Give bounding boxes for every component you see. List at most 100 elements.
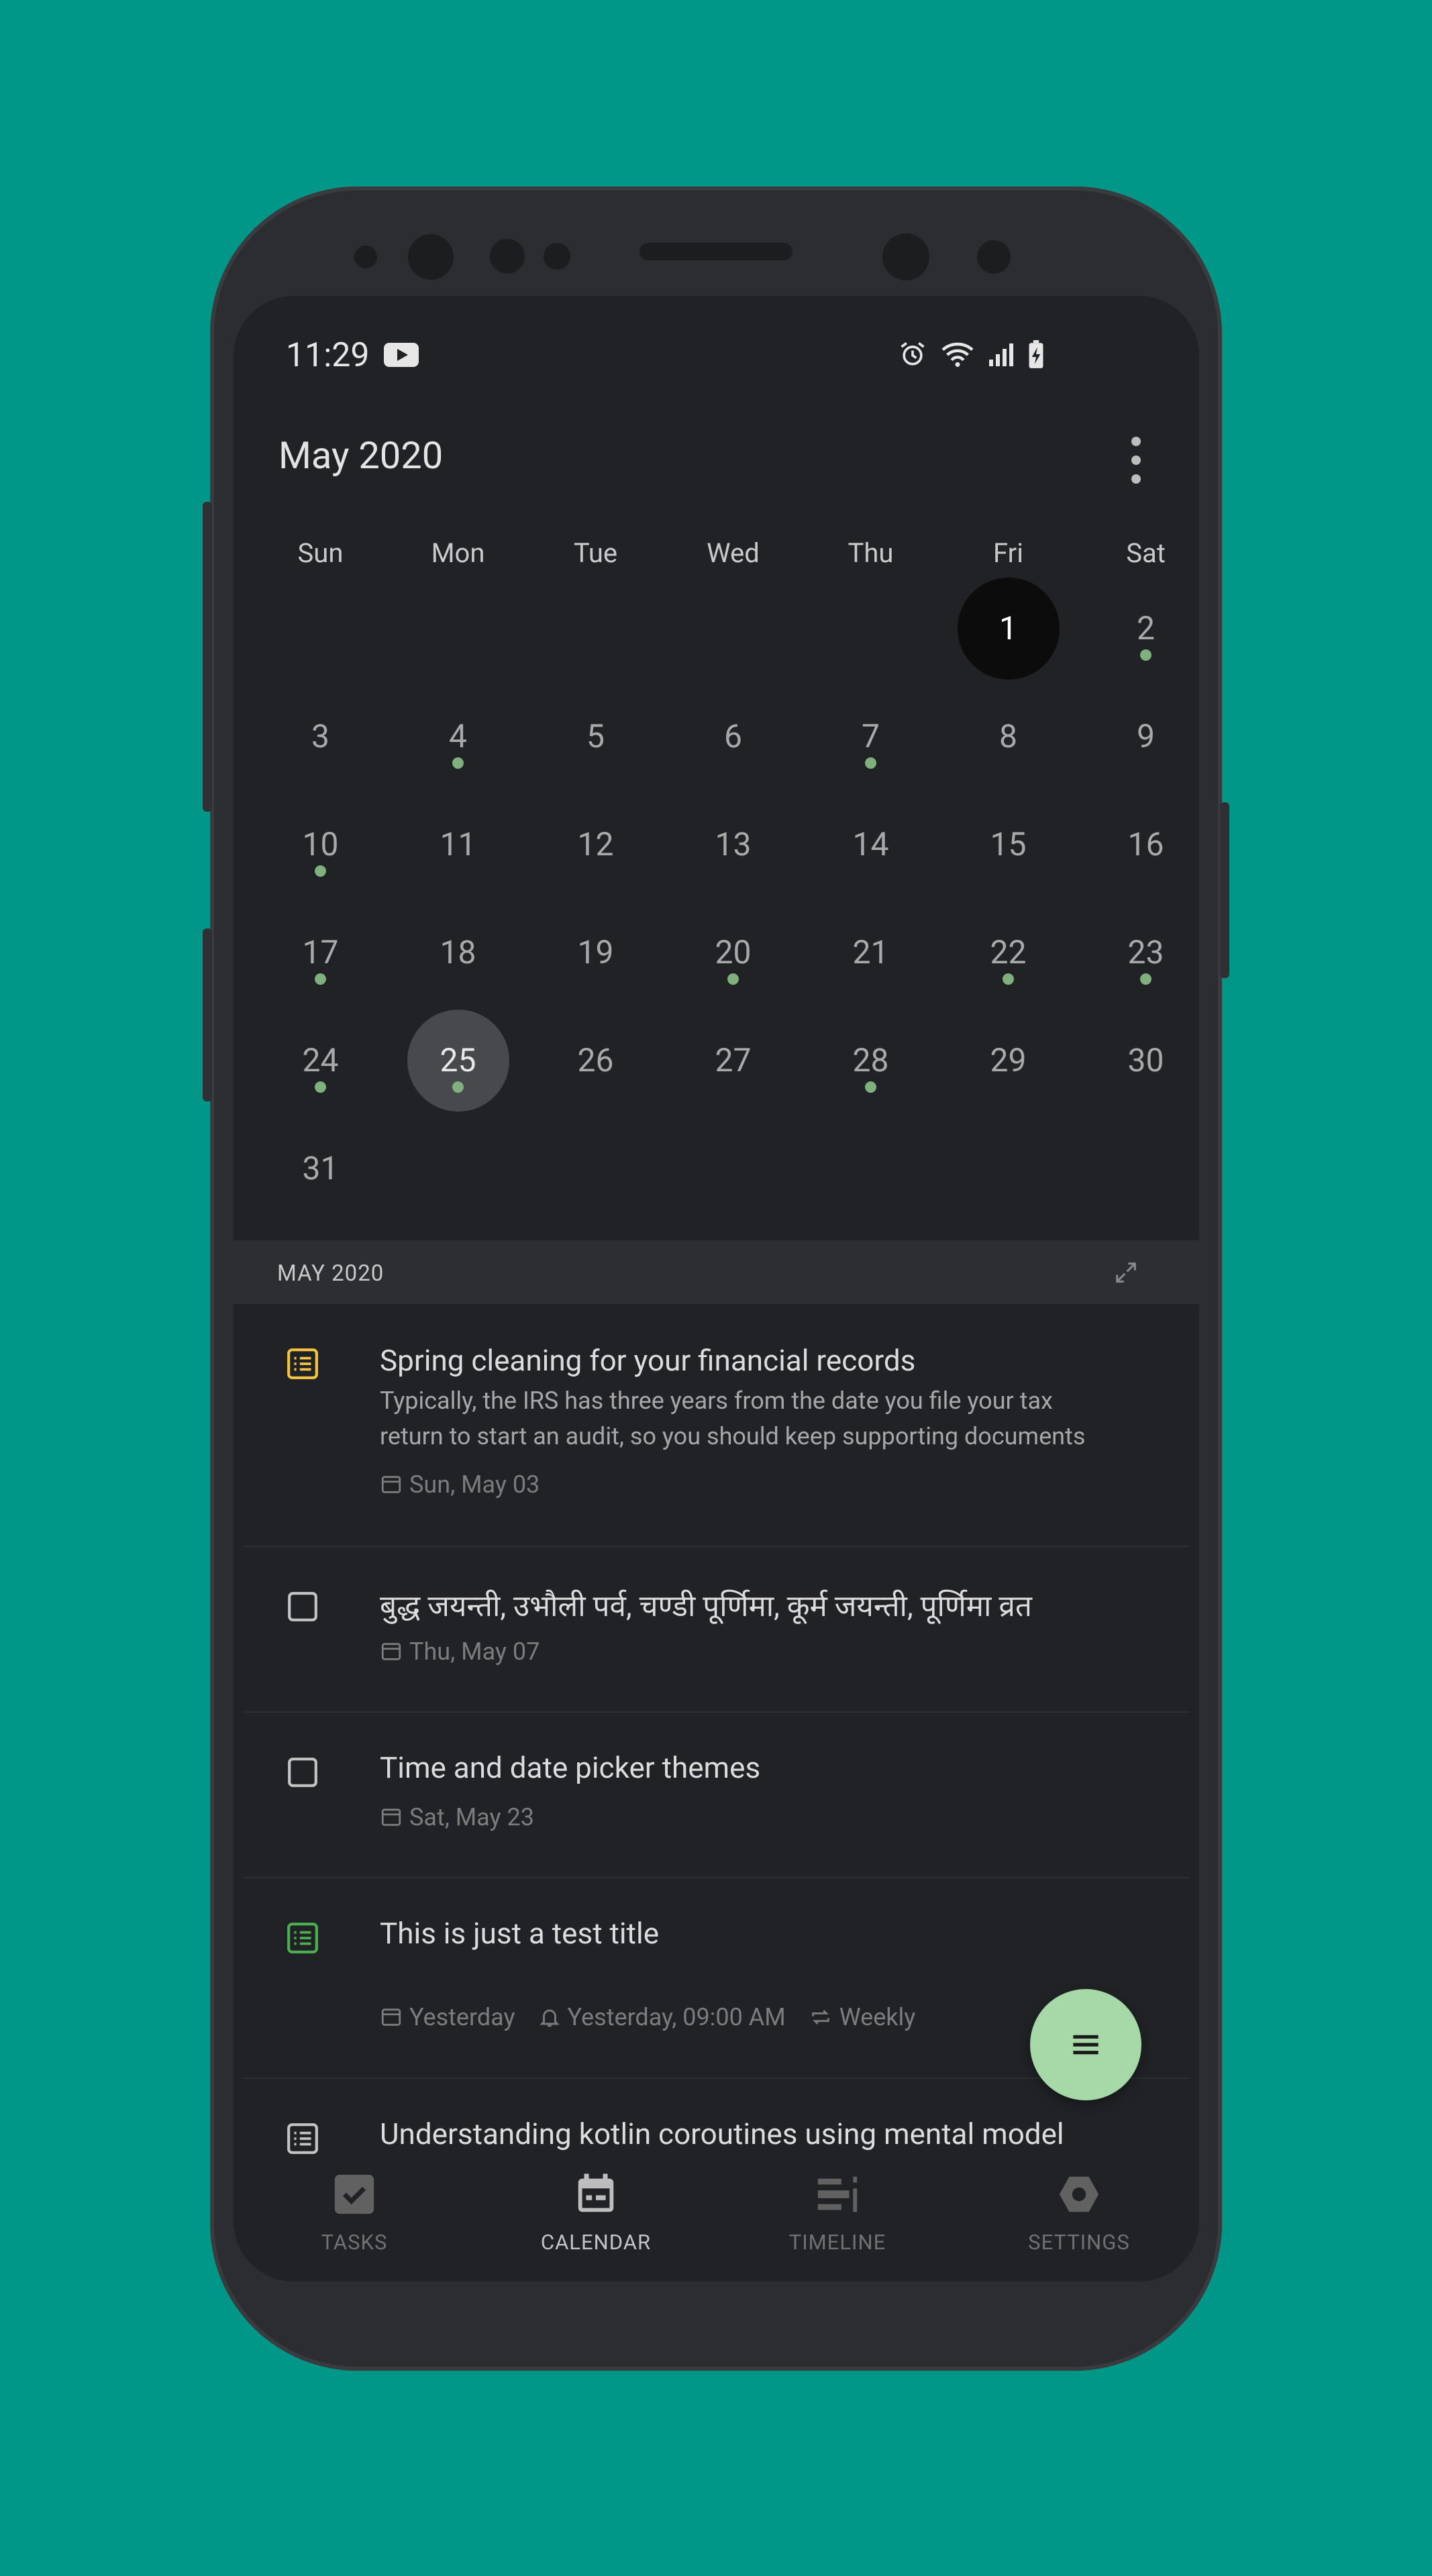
- list-icon[interactable]: [286, 1921, 319, 1955]
- calendar-day-9[interactable]: 9: [1077, 682, 1199, 790]
- youtube-icon: [384, 343, 419, 367]
- calendar-day-number: 1: [999, 609, 1017, 647]
- calendar-day-number: 24: [302, 1041, 339, 1079]
- calendar-day-number: 30: [1127, 1041, 1164, 1079]
- menu-fab-button[interactable]: [1030, 1989, 1141, 2100]
- calendar-day-26[interactable]: 26: [527, 1006, 664, 1114]
- calendar-day-16[interactable]: 16: [1077, 790, 1199, 898]
- calendar-day-7[interactable]: 7: [802, 682, 939, 790]
- bottom-navigation: TASKS CALENDAR TIMELINE SETTINGS: [234, 2164, 1199, 2282]
- calendar-day-number: 20: [715, 933, 752, 971]
- calendar-empty-cell: [802, 574, 939, 682]
- calendar-day-number: 21: [852, 933, 889, 971]
- calendar-day-number: 4: [449, 717, 467, 755]
- month-section-header: MAY 2020: [234, 1240, 1199, 1304]
- nav-tasks[interactable]: TASKS: [254, 2171, 455, 2255]
- list-icon[interactable]: [286, 2122, 319, 2155]
- nav-calendar[interactable]: CALENDAR: [495, 2171, 697, 2255]
- calendar-day-3[interactable]: 3: [252, 682, 389, 790]
- repeat-icon: [811, 2010, 829, 2025]
- status-icons: [898, 337, 1045, 371]
- weekday-label: Mon: [431, 537, 485, 569]
- weekday-label: Wed: [707, 537, 760, 569]
- side-button-left-2: [203, 928, 212, 1102]
- calendar-day-28[interactable]: 28: [802, 1006, 939, 1114]
- calendar-day-24[interactable]: 24: [252, 1006, 389, 1114]
- calendar-day-20[interactable]: 20: [664, 898, 802, 1006]
- task-item[interactable]: Spring cleaning for your financial recor…: [243, 1304, 1190, 1547]
- event-indicator-dot: [452, 1081, 464, 1093]
- calendar-day-number: 13: [715, 825, 752, 863]
- calendar-day-number: 6: [724, 717, 742, 755]
- event-indicator-dot: [865, 1081, 876, 1093]
- calendar-small-icon: [381, 1809, 401, 1826]
- calendar-day-17[interactable]: 17: [252, 898, 389, 1006]
- calendar-day-31[interactable]: 31: [252, 1114, 389, 1222]
- overflow-menu-icon[interactable]: [1123, 437, 1149, 484]
- month-title[interactable]: May 2020: [278, 433, 443, 478]
- earpiece-speaker: [640, 243, 792, 260]
- calendar-day-number: 29: [990, 1041, 1027, 1079]
- calendar-day-number: 23: [1127, 933, 1164, 971]
- task-title: बुद्ध जयन्ती, उभौली पर्व, चण्डी पूर्णिमा…: [380, 1589, 1032, 1623]
- calendar-day-11[interactable]: 11: [389, 790, 527, 898]
- task-item[interactable]: Time and date picker themes Sat, May 23: [243, 1713, 1190, 1878]
- calendar-day-6[interactable]: 6: [664, 682, 802, 790]
- calendar-day-19[interactable]: 19: [527, 898, 664, 1006]
- calendar-day-12[interactable]: 12: [527, 790, 664, 898]
- list-icon[interactable]: [286, 1347, 319, 1381]
- calendar-day-number: 12: [577, 825, 614, 863]
- battery-charging-icon: [1029, 340, 1043, 368]
- calendar-day-15[interactable]: 15: [939, 790, 1077, 898]
- nav-settings[interactable]: SETTINGS: [978, 2171, 1180, 2255]
- calendar-day-27[interactable]: 27: [664, 1006, 802, 1114]
- nav-settings-label: SETTINGS: [1028, 2230, 1130, 2255]
- sensor-dot: [544, 243, 570, 270]
- task-date: Sat, May 23: [380, 1803, 534, 1831]
- calendar-week-row: 17 18 19 20 21 22 23: [252, 898, 1199, 1006]
- calendar-day-4[interactable]: 4: [389, 682, 527, 790]
- calendar-day-2[interactable]: 2: [1077, 574, 1199, 682]
- task-repeat: Weekly: [809, 2003, 915, 2031]
- calendar-empty-cell: [389, 1114, 527, 1222]
- calendar-day-30[interactable]: 30: [1077, 1006, 1199, 1114]
- calendar-day-13[interactable]: 13: [664, 790, 802, 898]
- calendar-day-number: 28: [852, 1041, 889, 1079]
- calendar-day-5[interactable]: 5: [527, 682, 664, 790]
- nav-timeline[interactable]: TIMELINE: [737, 2171, 938, 2255]
- task-date: Yesterday: [380, 2003, 515, 2031]
- calendar-day-number: 19: [577, 933, 614, 971]
- calendar-day-10[interactable]: 10: [252, 790, 389, 898]
- task-date-label: Sat, May 23: [409, 1803, 534, 1831]
- calendar-day-1[interactable]: 1: [939, 574, 1077, 682]
- nav-calendar-label: CALENDAR: [540, 2230, 652, 2255]
- calendar-day-25[interactable]: 25: [389, 1006, 527, 1114]
- task-title: Understanding kotlin coroutines using me…: [380, 2116, 1064, 2151]
- checkbox-icon[interactable]: [286, 1590, 319, 1623]
- calendar-day-number: 31: [302, 1149, 339, 1187]
- calendar-day-29[interactable]: 29: [939, 1006, 1077, 1114]
- event-indicator-dot: [865, 757, 876, 769]
- task-date: Thu, May 07: [380, 1638, 540, 1666]
- task-meta: Yesterday Yesterday, 09:00 AM Weekly: [380, 2003, 915, 2031]
- expand-icon[interactable]: [1113, 1259, 1139, 1286]
- calendar-day-21[interactable]: 21: [802, 898, 939, 1006]
- alarm-icon: [901, 342, 925, 366]
- calendar-day-22[interactable]: 22: [939, 898, 1077, 1006]
- calendar-day-number: 14: [852, 825, 889, 863]
- task-item[interactable]: बुद्ध जयन्ती, उभौली पर्व, चण्डी पूर्णिमा…: [243, 1547, 1190, 1713]
- task-meta: Thu, May 07: [380, 1638, 540, 1666]
- calendar-day-23[interactable]: 23: [1077, 898, 1199, 1006]
- task-date-label: Sun, May 03: [409, 1470, 540, 1499]
- calendar-day-14[interactable]: 14: [802, 790, 939, 898]
- settings-icon: [1059, 2176, 1099, 2212]
- task-meta: Sun, May 03: [380, 1470, 540, 1499]
- calendar-day-18[interactable]: 18: [389, 898, 527, 1006]
- front-camera-2: [882, 233, 929, 280]
- task-date-label: Yesterday: [409, 2003, 515, 2031]
- checkbox-icon[interactable]: [286, 1756, 319, 1789]
- task-date: Sun, May 03: [380, 1470, 540, 1499]
- task-title: This is just a test title: [380, 1916, 660, 1951]
- calendar-day-number: 17: [302, 933, 339, 971]
- calendar-day-8[interactable]: 8: [939, 682, 1077, 790]
